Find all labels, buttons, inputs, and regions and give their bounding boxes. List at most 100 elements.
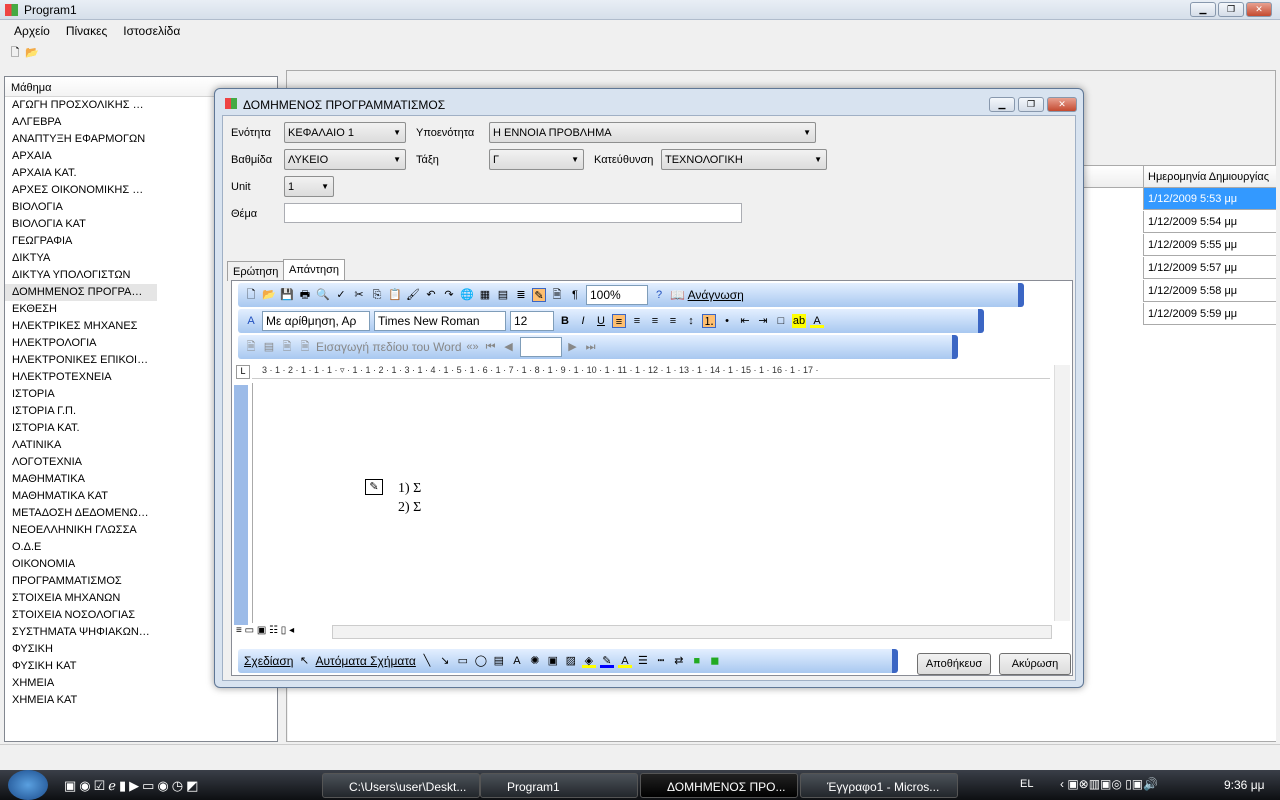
column-header-date[interactable]: Ημερομηνία Δημιουργίας xyxy=(1143,166,1276,188)
list-item[interactable]: ΒΙΟΛΟΓΙΑ ΚΑΤ xyxy=(5,216,157,233)
list-item[interactable]: ΙΣΤΟΡΙΑ ΚΑΤ. xyxy=(5,420,157,437)
list-item[interactable]: ΜΑΘΗΜΑΤΙΚΑ xyxy=(5,471,157,488)
font-color-icon[interactable]: A xyxy=(810,314,824,328)
style-combo[interactable]: Με αρίθμηση, Αρ xyxy=(262,311,370,331)
direction-combo[interactable]: ΤΕΧΝΟΛΟΓΙΚΗ xyxy=(661,149,827,170)
drawing-icon[interactable]: ✎ xyxy=(532,288,546,302)
minimize-button[interactable]: ▁ xyxy=(1190,2,1216,17)
menu-tables[interactable]: Πίνακες xyxy=(58,20,115,42)
list-item[interactable]: ΣΤΟΙΧΕΙΑ ΝΟΣΟΛΟΓΙΑΣ xyxy=(5,607,157,624)
line-style-icon[interactable]: ☰ xyxy=(636,654,650,668)
list-item[interactable]: ΣΥΣΤΗΜΑΤΑ ΨΗΦΙΑΚΩΝ ... xyxy=(5,624,157,641)
unit-combo[interactable]: ΚΕΦΑΛΑΙΟ 1 xyxy=(284,122,406,143)
3d-icon[interactable]: ◼ xyxy=(708,654,722,668)
prev-record-icon[interactable]: ◀ xyxy=(502,340,516,354)
align-center-icon[interactable]: ≡ xyxy=(630,314,644,328)
list-item[interactable]: ΧΗΜΕΙΑ xyxy=(5,675,157,692)
table-row[interactable]: 1/12/2009 5:59 μμ xyxy=(1143,303,1276,325)
list-item[interactable]: ΔΙΚΤΥΑ ΥΠΟΛΟΓΙΣΤΩΝ xyxy=(5,267,157,284)
increase-indent-icon[interactable]: ⇥ xyxy=(756,314,770,328)
format-painter-icon[interactable]: 🖌 xyxy=(406,288,420,302)
list-item[interactable]: ΠΡΟΓΡΑΜΜΑΤΙΣΜΟΣ xyxy=(5,573,157,590)
doc-map-icon[interactable]: 🗎 xyxy=(550,288,564,302)
list-item[interactable]: ΙΣΤΟΡΙΑ xyxy=(5,386,157,403)
horizontal-scrollbar[interactable] xyxy=(332,625,1052,639)
align-left-icon[interactable]: ≡ xyxy=(612,314,626,328)
tab-answer[interactable]: Απάντηση xyxy=(283,259,345,281)
italic-icon[interactable]: I xyxy=(576,314,590,328)
list-autocorrect-icon[interactable]: ✎ xyxy=(365,479,383,495)
numbering-icon[interactable]: ⒈ xyxy=(702,314,716,328)
rectangle-icon[interactable]: ▭ xyxy=(456,654,470,668)
merge-icon[interactable]: 🗎 xyxy=(244,340,258,354)
list-item[interactable]: ΑΡΧΑΙΑ xyxy=(5,148,157,165)
clock[interactable]: 9:36 μμ xyxy=(1224,778,1265,792)
diagram-icon[interactable]: ✺ xyxy=(528,654,542,668)
shadow-icon[interactable]: ■ xyxy=(690,654,704,668)
language-indicator[interactable]: EL xyxy=(1020,778,1033,790)
hyperlink-icon[interactable]: 🌐 xyxy=(460,288,474,302)
decrease-indent-icon[interactable]: ⇤ xyxy=(738,314,752,328)
insert-address-icon[interactable]: 🗎 xyxy=(280,340,294,354)
list-item[interactable]: ΛΟΓΟΤΕΧΝΙΑ xyxy=(5,454,157,471)
font-color-icon[interactable]: A xyxy=(617,654,632,668)
list-item[interactable]: ΑΛΓΕΒΡΑ xyxy=(5,114,157,131)
font-combo[interactable]: Times New Roman xyxy=(374,311,506,331)
highlight-icon[interactable]: ab xyxy=(792,314,806,328)
save-button[interactable]: Αποθήκευσ xyxy=(917,653,991,675)
list-item[interactable]: ΒΙΟΛΟΓΙΑ xyxy=(5,199,157,216)
vertical-ruler[interactable] xyxy=(234,385,248,625)
redo-icon[interactable]: ↷ xyxy=(442,288,456,302)
cancel-button[interactable]: Ακύρωση xyxy=(999,653,1071,675)
list-item[interactable]: ΗΛΕΚΤΡΟΛΟΓΙΑ xyxy=(5,335,157,352)
start-button[interactable] xyxy=(8,770,48,800)
dash-style-icon[interactable]: ┅ xyxy=(654,654,668,668)
justify-icon[interactable]: ≡ xyxy=(666,314,680,328)
help-icon[interactable]: ? xyxy=(652,288,666,302)
table-row[interactable]: 1/12/2009 5:54 μμ xyxy=(1143,211,1276,233)
list-item[interactable]: ΕΚΘΕΣΗ xyxy=(5,301,157,318)
new-doc-icon[interactable]: 🗋 xyxy=(244,288,258,302)
document-page[interactable]: ✎ 1) Σ 2) Σ xyxy=(252,383,1052,623)
first-record-icon[interactable]: ⏮ xyxy=(484,340,498,354)
topic-input[interactable] xyxy=(284,203,742,223)
table-row[interactable]: 1/12/2009 5:55 μμ xyxy=(1143,234,1276,256)
menu-website[interactable]: Ιστοσελίδα xyxy=(115,20,188,42)
recipients-icon[interactable]: ▤ xyxy=(262,340,276,354)
list-item[interactable]: ΔΙΚΤΥΑ xyxy=(5,250,157,267)
insert-word-field-button[interactable]: Εισαγωγή πεδίου του Word xyxy=(316,340,462,354)
list-item[interactable]: ΑΡΧΑΙΑ ΚΑΤ. xyxy=(5,165,157,182)
zoom-combo[interactable]: 100% xyxy=(586,285,648,305)
view-buttons[interactable]: ≡ ▭ ▣ ☷ ▯ ◂ xyxy=(236,625,294,636)
next-record-icon[interactable]: ▶ xyxy=(566,340,580,354)
word-editor[interactable]: 🗋 📂 💾 🖶 🔍 ✓ ✂ ⎘ 📋 🖌 ↶ ↷ 🌐 ▦ ▤ ≣ ✎ 🗎 ¶ 100%? 📖 Ανάγνωση A Μ… xyxy=(231,280,1073,676)
styles-icon[interactable]: A xyxy=(244,314,258,328)
cut-icon[interactable]: ✂ xyxy=(352,288,366,302)
list-item[interactable]: ΛΑΤΙΝΙΚΑ xyxy=(5,437,157,454)
list-item[interactable]: ΣΤΟΙΧΕΙΑ ΜΗΧΑΝΩΝ xyxy=(5,590,157,607)
list-item[interactable]: ΝΕΟΕΛΛΗΝΙΚΗ ΓΛΩΣΣΑ xyxy=(5,522,157,539)
spelling-icon[interactable]: ✓ xyxy=(334,288,348,302)
quick-launch[interactable]: ▣◉☑ℯ▮▶▭◉◷◩ xyxy=(64,778,201,794)
copy-icon[interactable]: ⎘ xyxy=(370,288,384,302)
list-item[interactable]: ΧΗΜΕΙΑ ΚΑΤ xyxy=(5,692,157,709)
save-icon[interactable]: 💾 xyxy=(280,288,294,302)
last-record-icon[interactable]: ⏭ xyxy=(584,340,598,354)
dialog-minimize-button[interactable]: ▁ xyxy=(989,97,1015,112)
list-item[interactable]: ΔΟΜΗΜΕΝΟΣ ΠΡΟΓΡΑΜΜ... xyxy=(5,284,157,301)
record-input[interactable] xyxy=(519,337,562,357)
taskbar-item[interactable]: C:\Users\user\Deskt... xyxy=(322,773,480,798)
underline-icon[interactable]: U xyxy=(594,314,608,328)
taskbar-item[interactable]: Έγγραφο1 - Micros... xyxy=(800,773,958,798)
arrow-style-icon[interactable]: ⇄ xyxy=(672,654,686,668)
bold-icon[interactable]: B xyxy=(558,314,572,328)
draw-menu[interactable]: Σχεδίαση xyxy=(244,654,293,668)
class-combo[interactable]: Γ xyxy=(489,149,584,170)
list-item[interactable]: ΜΑΘΗΜΑΤΙΚΑ ΚΑΤ xyxy=(5,488,157,505)
table-row[interactable]: 1/12/2009 5:58 μμ xyxy=(1143,280,1276,302)
tab-question[interactable]: Ερώτηση xyxy=(227,261,285,281)
list-item[interactable]: ΦΥΣΙΚΗ xyxy=(5,641,157,658)
open-icon[interactable]: 📂 xyxy=(25,46,39,60)
list-item[interactable]: ΜΕΤΑΔΟΣΗ ΔΕΔΟΜΕΝΩΝ ... xyxy=(5,505,157,522)
select-icon[interactable]: ↖ xyxy=(297,654,311,668)
